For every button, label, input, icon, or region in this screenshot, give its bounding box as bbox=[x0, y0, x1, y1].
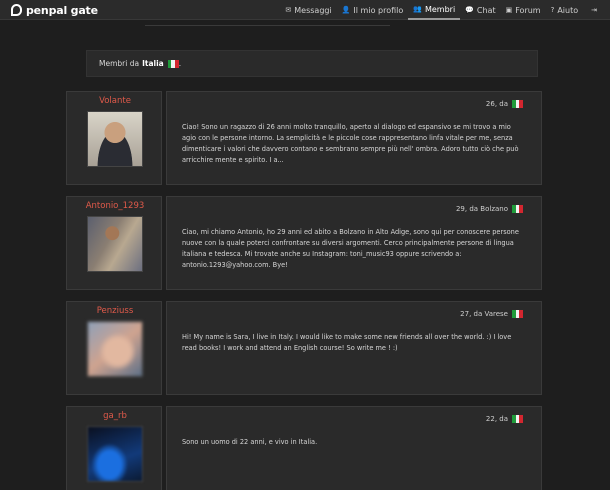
italy-flag-icon bbox=[512, 415, 524, 423]
member-age-location: 22, da bbox=[485, 415, 508, 423]
member-bio: Sono un uomo di 22 anni, e vivo in Itali… bbox=[182, 438, 318, 446]
member-card: Volante 26, da Ciao! Sono un ragazzo di … bbox=[66, 91, 542, 185]
penpal-logo-icon bbox=[11, 4, 22, 16]
nav-menu: ✉ Messaggi 👤 Il mio profilo 👥 Membri 💬 C… bbox=[280, 0, 604, 20]
nav-label: Il mio profilo bbox=[353, 5, 404, 15]
nav-item-aiuto[interactable]: ? Aiuto bbox=[546, 0, 584, 20]
help-icon: ? bbox=[550, 6, 555, 14]
header-prefix: Membri da bbox=[99, 59, 140, 68]
avatar[interactable] bbox=[87, 426, 143, 482]
member-card: Antonio_1293 29, da Bolzano Ciao, mi chi… bbox=[66, 196, 542, 290]
avatar[interactable] bbox=[87, 111, 143, 167]
chat-icon: 💬 bbox=[465, 6, 474, 14]
nav-label: Chat bbox=[476, 5, 496, 15]
italy-flag-icon bbox=[512, 100, 524, 108]
member-meta: 22, da bbox=[485, 415, 524, 423]
member-bio-box[interactable]: 29, da Bolzano Ciao, mi chiamo Antonio, … bbox=[166, 196, 542, 290]
italy-flag-icon bbox=[167, 59, 179, 68]
member-bio: Ciao, mi chiamo Antonio, ho 29 anni ed a… bbox=[182, 228, 519, 269]
member-age-location: 27, da Varese bbox=[460, 310, 508, 318]
member-profile-box: Penziuss bbox=[66, 301, 162, 395]
nav-divider bbox=[145, 21, 390, 26]
users-icon: 👥 bbox=[413, 5, 422, 13]
nav-item-membri[interactable]: 👥 Membri bbox=[408, 0, 461, 20]
member-username-link[interactable]: Penziuss bbox=[67, 306, 163, 316]
member-age-location: 29, da Bolzano bbox=[455, 205, 508, 213]
brand-name: penpal gate bbox=[26, 3, 98, 17]
italy-flag-icon bbox=[512, 205, 524, 213]
member-username-link[interactable]: ga_rb bbox=[67, 411, 163, 421]
member-profile-box: Volante bbox=[66, 91, 162, 185]
member-profile-box: Antonio_1293 bbox=[66, 196, 162, 290]
nav-item-profilo[interactable]: 👤 Il mio profilo bbox=[337, 0, 409, 20]
member-username-link[interactable]: Antonio_1293 bbox=[67, 201, 163, 211]
top-navbar: penpal gate ✉ Messaggi 👤 Il mio profilo … bbox=[0, 0, 610, 20]
nav-label: Forum bbox=[515, 5, 541, 15]
nav-item-forum[interactable]: ▣ Forum bbox=[501, 0, 546, 20]
member-meta: 27, da Varese bbox=[460, 310, 524, 318]
forum-icon: ▣ bbox=[505, 6, 513, 14]
logout-icon: ⇥ bbox=[591, 6, 597, 14]
header-suffix: . bbox=[178, 59, 182, 68]
nav-label: Messaggi bbox=[294, 5, 332, 15]
user-icon: 👤 bbox=[341, 6, 351, 14]
member-username-link[interactable]: Volante bbox=[67, 96, 163, 106]
member-card: ga_rb 22, da Sono un uomo di 22 anni, e … bbox=[66, 406, 542, 490]
member-meta: 26, da bbox=[485, 100, 524, 108]
member-profile-box: ga_rb bbox=[66, 406, 162, 490]
member-bio: Ciao! Sono un ragazzo di 26 anni molto t… bbox=[182, 123, 519, 164]
avatar[interactable] bbox=[87, 216, 143, 272]
members-country-header: Membri da Italia . bbox=[86, 50, 538, 77]
member-age-location: 26, da bbox=[485, 100, 508, 108]
member-bio-box[interactable]: 22, da Sono un uomo di 22 anni, e vivo i… bbox=[166, 406, 542, 490]
nav-label: Membri bbox=[424, 4, 456, 14]
nav-item-messaggi[interactable]: ✉ Messaggi bbox=[280, 0, 336, 20]
brand-logo[interactable]: penpal gate bbox=[11, 2, 98, 18]
header-country: Italia bbox=[142, 59, 164, 68]
avatar[interactable] bbox=[87, 321, 143, 377]
envelope-icon: ✉ bbox=[285, 6, 292, 14]
member-bio-box[interactable]: 26, da Ciao! Sono un ragazzo di 26 anni … bbox=[166, 91, 542, 185]
nav-label: Aiuto bbox=[557, 5, 579, 15]
member-meta: 29, da Bolzano bbox=[455, 205, 524, 213]
logout-button[interactable]: ⇥ bbox=[583, 0, 604, 20]
member-bio-box[interactable]: 27, da Varese Hi! My name is Sara, I liv… bbox=[166, 301, 542, 395]
member-bio: Hi! My name is Sara, I live in Italy. I … bbox=[182, 333, 512, 352]
nav-item-chat[interactable]: 💬 Chat bbox=[460, 0, 500, 20]
member-card: Penziuss 27, da Varese Hi! My name is Sa… bbox=[66, 301, 542, 395]
italy-flag-icon bbox=[512, 310, 524, 318]
